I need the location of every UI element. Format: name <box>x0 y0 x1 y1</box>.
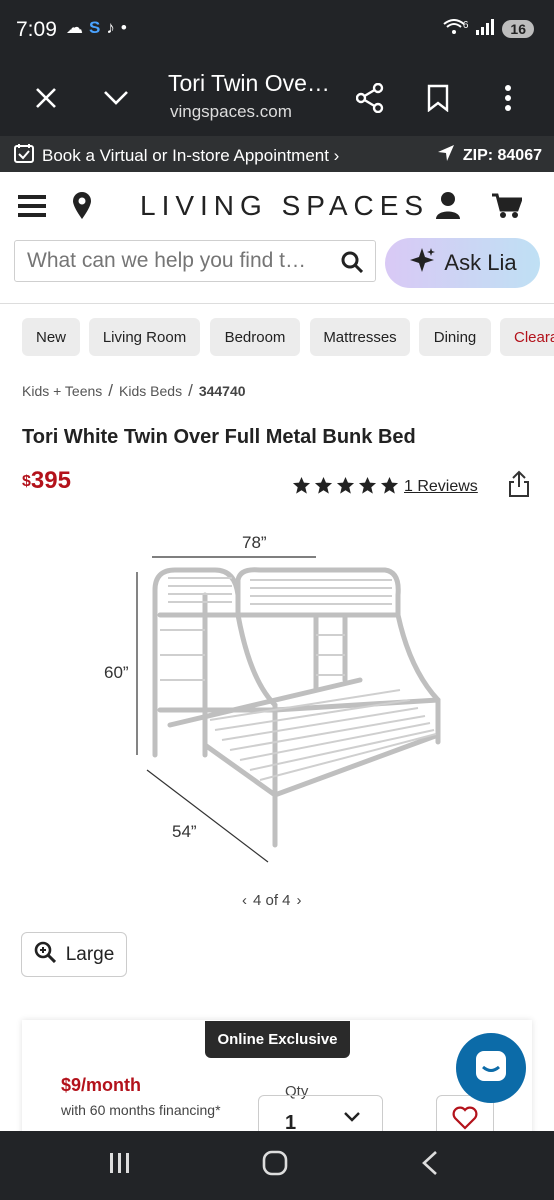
site-logo[interactable]: LIVING SPACES <box>140 190 429 222</box>
chevron-down-icon <box>343 1110 361 1128</box>
star-icon <box>314 476 333 494</box>
chevron-down-icon[interactable] <box>94 76 138 120</box>
battery-indicator: 16 <box>502 20 534 38</box>
share-icon[interactable] <box>348 76 392 120</box>
star-icon <box>336 476 355 494</box>
breadcrumb-item[interactable]: Kids Beds <box>119 383 182 399</box>
network-type: 6 <box>462 19 469 31</box>
appointment-link[interactable]: Book a Virtual or In-store Appointment › <box>14 143 339 168</box>
bunk-bed-drawing <box>136 556 441 863</box>
category-chip-mattresses[interactable]: Mattresses <box>310 318 410 356</box>
breadcrumb-item[interactable]: Kids + Teens <box>22 383 102 399</box>
height-dimension: 60” <box>104 663 129 682</box>
star-icon <box>358 476 377 494</box>
breadcrumb-current: 344740 <box>198 383 246 399</box>
category-chip-living-room[interactable]: Living Room <box>89 318 200 356</box>
star-icon <box>380 476 399 494</box>
tiktok-icon: ♪ <box>106 18 115 37</box>
breadcrumb-separator: / <box>108 381 114 400</box>
chat-icon <box>474 1049 508 1088</box>
breadcrumb-separator: / <box>188 381 193 400</box>
account-icon[interactable] <box>436 191 460 224</box>
share-product-icon[interactable] <box>508 470 530 503</box>
width-dimension: 78” <box>242 533 267 552</box>
header-divider <box>0 303 554 304</box>
bookmark-icon[interactable] <box>416 76 460 120</box>
hamburger-menu-icon[interactable] <box>18 194 46 223</box>
category-chip-bedroom[interactable]: Bedroom <box>210 318 300 356</box>
breadcrumb: Kids + Teens / Kids Beds / 344740 <box>22 381 246 401</box>
depth-dimension: 54” <box>172 822 197 841</box>
more-menu-icon[interactable] <box>486 76 530 120</box>
appointment-label: Book a Virtual or In-store Appointment › <box>42 145 340 165</box>
pager-label: 4 of 4 <box>253 892 291 909</box>
product-price: $395 <box>22 467 71 495</box>
product-image[interactable]: 78” 60” 54” <box>100 520 454 870</box>
price-value: 395 <box>30 467 71 494</box>
recent-apps-icon[interactable] <box>108 1149 132 1182</box>
search-input[interactable] <box>27 249 327 273</box>
rating-stars <box>292 476 399 495</box>
browser-toolbar: Tori Twin Ove… vingspaces.com <box>0 62 554 136</box>
store-location-icon[interactable] <box>72 192 92 225</box>
dot-icon: • <box>120 18 127 37</box>
reviews-link[interactable]: 1 Reviews <box>404 478 478 496</box>
back-icon[interactable] <box>420 1149 440 1182</box>
status-time: 7:09 <box>16 18 57 41</box>
zip-selector[interactable]: ZIP: 84067 <box>437 144 542 167</box>
ask-lia-label: Ask Lia <box>444 250 517 275</box>
location-arrow-icon <box>437 144 455 167</box>
cart-icon[interactable] <box>492 193 524 224</box>
page-url[interactable]: vingspaces.com <box>170 102 292 122</box>
promo-bar: Book a Virtual or In-store Appointment ›… <box>0 136 554 172</box>
signal-icon <box>476 19 495 39</box>
large-view-button[interactable]: Large <box>21 932 127 977</box>
image-pager: ‹ 4 of 4 › <box>242 892 302 909</box>
close-icon[interactable] <box>24 76 68 120</box>
weather-icon: ☁ <box>66 18 83 37</box>
chat-button[interactable] <box>456 1033 526 1103</box>
page-title: Tori Twin Ove… <box>168 70 330 96</box>
category-chip-dining[interactable]: Dining <box>419 318 491 356</box>
zoom-in-icon <box>34 941 56 969</box>
zip-label: ZIP: 84067 <box>462 146 542 164</box>
search-box <box>14 240 376 282</box>
category-chip-new[interactable]: New <box>22 318 80 356</box>
price-currency: $ <box>22 473 31 490</box>
large-label: Large <box>65 943 115 965</box>
status-bar: 7:09 ☁ S ♪ • 6 16 <box>0 0 554 62</box>
monthly-price[interactable]: $9/month <box>61 1075 141 1096</box>
product-title: Tori White Twin Over Full Metal Bunk Bed <box>22 426 416 448</box>
star-icon <box>292 476 311 494</box>
chevron-right-icon[interactable]: › <box>297 892 302 909</box>
online-exclusive-badge: Online Exclusive <box>205 1021 350 1058</box>
chevron-left-icon[interactable]: ‹ <box>242 892 247 909</box>
system-nav-bar <box>0 1131 554 1200</box>
home-icon[interactable] <box>261 1149 289 1182</box>
ask-lia-button[interactable]: Ask Lia <box>385 238 540 288</box>
category-chip-clearance[interactable]: Cleara <box>500 318 554 356</box>
app-icon: S <box>89 18 101 37</box>
calendar-check-icon <box>14 143 34 168</box>
wifi-icon <box>443 19 465 39</box>
sparkle-icon <box>408 246 436 280</box>
search-icon[interactable] <box>341 251 364 278</box>
financing-text: with 60 months financing* <box>61 1102 221 1118</box>
notification-icons: ☁ S ♪ • <box>66 18 127 38</box>
